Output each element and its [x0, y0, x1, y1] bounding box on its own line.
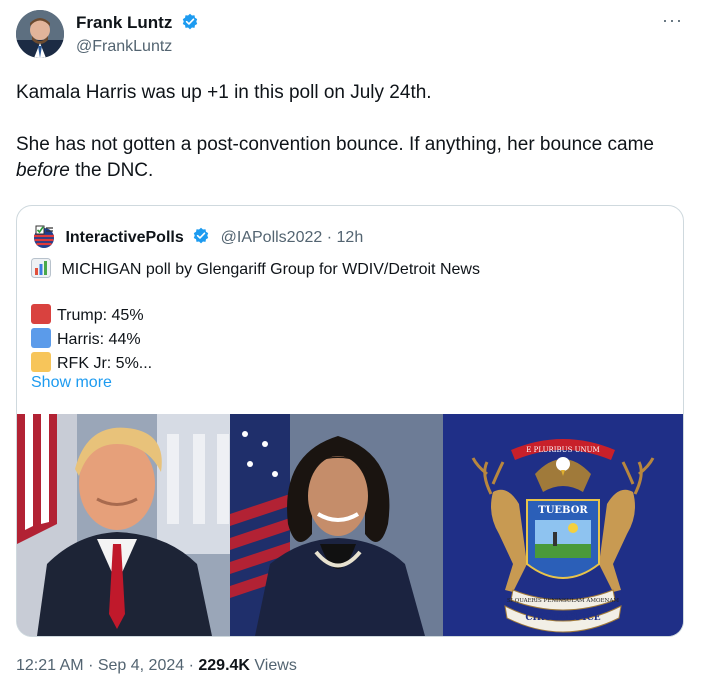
result-rfk: RFK Jr: 5%... [31, 352, 152, 373]
tweet-line-2-post: the DNC. [75, 160, 154, 181]
quoted-tweet-header: InteractivePolls @IAPolls2022 · 12h [31, 224, 363, 248]
verified-badge-icon [181, 13, 199, 31]
tweet-meta: 12:21 AM · Sep 4, 2024 · 229.4K Views [16, 657, 297, 675]
more-options-icon[interactable]: ··· [662, 10, 683, 31]
quoted-tweet-card[interactable]: InteractivePolls @IAPolls2022 · 12h MICH… [16, 205, 684, 637]
tweet-text: Kamala Harris was up +1 in this poll on … [16, 80, 686, 184]
views-count: 229.4K [198, 657, 250, 674]
quoted-author-name[interactable]: InteractivePolls [65, 229, 183, 246]
checklist-flag-icon [31, 224, 57, 248]
seal-ribbon-text: SI QUAERIS PENINSULAM AMOENAM [507, 598, 619, 604]
author-handle[interactable]: @FrankLuntz [76, 38, 172, 56]
seal-shield-text: TUEBOR [538, 505, 588, 516]
tweet-line-2-pre: She has not gotten a post-convention bou… [16, 134, 654, 155]
michigan-flag[interactable]: E PLURIBUS UNUM TUEBOR SI QUAERIS PENINS… [443, 414, 683, 636]
seal-banner-top: E PLURIBUS UNUM [526, 446, 599, 454]
harris-photo[interactable] [230, 414, 443, 636]
trump-photo[interactable] [17, 414, 230, 636]
quoted-headline: MICHIGAN poll by Glengariff Group for WD… [61, 261, 480, 278]
meta-separator-1: · [88, 657, 94, 674]
result-rfk-label: RFK Jr: 5%... [57, 355, 153, 372]
tweet-line-2-em: before [16, 160, 70, 181]
tweet-line-2: She has not gotten a post-convention bou… [16, 132, 686, 184]
result-trump: Trump: 45% [31, 304, 144, 325]
yellow-square-icon [31, 352, 51, 372]
blue-square-icon [31, 328, 51, 348]
author-name-row[interactable]: Frank Luntz [76, 13, 199, 33]
views-label: Views [254, 657, 297, 674]
tweet-line-1: Kamala Harris was up +1 in this poll on … [16, 82, 432, 103]
show-more-link[interactable]: Show more [31, 374, 112, 392]
verified-badge-icon [192, 227, 210, 245]
bar-chart-icon [31, 258, 51, 278]
quoted-media[interactable]: E PLURIBUS UNUM TUEBOR SI QUAERIS PENINS… [17, 414, 683, 636]
meta-separator-2: · [188, 657, 194, 674]
author-name[interactable]: Frank Luntz [76, 13, 172, 32]
author-avatar[interactable] [16, 10, 64, 58]
quoted-author-handle[interactable]: @IAPolls2022 [221, 229, 323, 246]
quoted-headline-row: MICHIGAN poll by Glengariff Group for WD… [31, 258, 480, 279]
red-square-icon [31, 304, 51, 324]
result-harris: Harris: 44% [31, 328, 141, 349]
tweet-time[interactable]: 12:21 AM [16, 657, 84, 674]
result-harris-label: Harris: 44% [57, 331, 141, 348]
tweet-date[interactable]: Sep 4, 2024 [98, 657, 184, 674]
quoted-time[interactable]: 12h [337, 229, 364, 246]
quoted-separator: · [326, 229, 333, 246]
result-trump-label: Trump: 45% [57, 307, 144, 324]
seal-bottom-text: CIRCUMSPICE [525, 613, 600, 623]
